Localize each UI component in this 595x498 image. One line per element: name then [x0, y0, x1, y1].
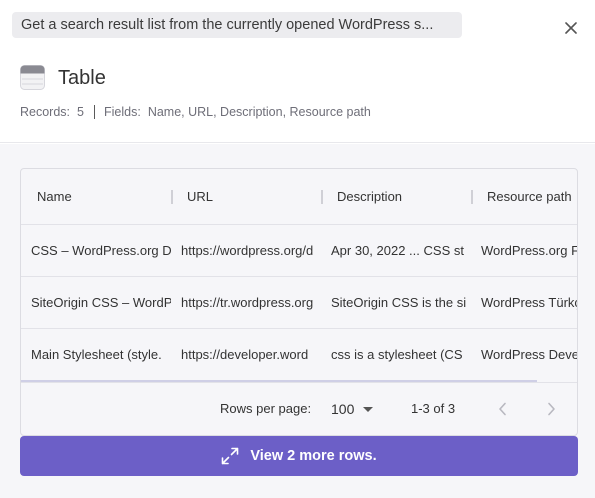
table-header: Name URL Description Resource path: [21, 169, 577, 225]
expand-icon: [222, 447, 239, 465]
cell-resource-path: WordPress Türkçe: [481, 295, 578, 310]
dialog-header: Get a search result list from the curren…: [0, 0, 595, 143]
task-title: Get a search result list from the curren…: [12, 12, 462, 38]
cell-resource-path: WordPress.org Fo: [481, 243, 578, 258]
next-page-button[interactable]: [542, 400, 560, 418]
caret-down-icon: [363, 407, 374, 412]
cell-resource-path: WordPress Develo: [481, 347, 577, 362]
cell-name: SiteOrigin CSS – WordP: [31, 295, 171, 310]
view-more-rows-label: View 2 more rows.: [250, 448, 377, 464]
records-label: Records:: [20, 105, 71, 119]
table-row[interactable]: SiteOrigin CSS – WordP https://tr.wordpr…: [21, 277, 578, 329]
page-title: Table: [58, 67, 106, 89]
close-icon: [565, 22, 577, 34]
chevron-left-icon: [499, 402, 506, 416]
view-more-rows-button[interactable]: View 2 more rows.: [20, 436, 578, 476]
meta-divider: [93, 105, 95, 119]
table-pagination: Rows per page: 100 1-3 of 3: [21, 382, 577, 435]
column-resize-handle[interactable]: [321, 190, 323, 204]
column-resize-handle[interactable]: [171, 190, 173, 204]
cell-url: https://developer.word: [181, 347, 309, 362]
fields-label: Fields:: [103, 105, 141, 119]
cell-description: Apr 30, 2022 ... CSS st: [331, 243, 464, 258]
data-grid: Name URL Description Resource path CSS –…: [20, 168, 578, 436]
column-header-description[interactable]: Description: [337, 169, 467, 225]
pagination-range: 1-3 of 3: [411, 401, 456, 416]
table-meta: Records: 5 Fields: Name, URL, Descriptio…: [20, 104, 371, 120]
close-button[interactable]: [561, 18, 581, 38]
rows-per-page-label: Rows per page:: [220, 401, 312, 416]
column-header-name[interactable]: Name: [37, 169, 167, 225]
records-count: 5: [77, 105, 84, 119]
cell-name: Main Stylesheet (style.: [31, 347, 162, 362]
table-row[interactable]: Main Stylesheet (style. https://develope…: [21, 329, 577, 381]
chevron-right-icon: [548, 402, 555, 416]
previous-page-button[interactable]: [494, 400, 512, 418]
column-header-resource-path[interactable]: Resource path: [487, 169, 577, 225]
column-header-url[interactable]: URL: [187, 169, 317, 225]
table-row[interactable]: CSS – WordPress.org D https://wordpress.…: [21, 225, 578, 277]
cell-description: SiteOrigin CSS is the si: [331, 295, 467, 310]
rows-per-page-select[interactable]: 100: [331, 397, 374, 421]
cell-description: css is a stylesheet (CS: [331, 347, 463, 362]
cell-name: CSS – WordPress.org D: [31, 243, 171, 258]
table-icon: [20, 65, 45, 90]
fields-list: Name, URL, Description, Resource path: [147, 105, 371, 119]
cell-url: https://tr.wordpress.org: [181, 295, 314, 310]
rows-per-page-value: 100: [331, 401, 355, 417]
cell-url: https://wordpress.org/d: [181, 243, 314, 258]
column-resize-handle[interactable]: [471, 190, 473, 204]
